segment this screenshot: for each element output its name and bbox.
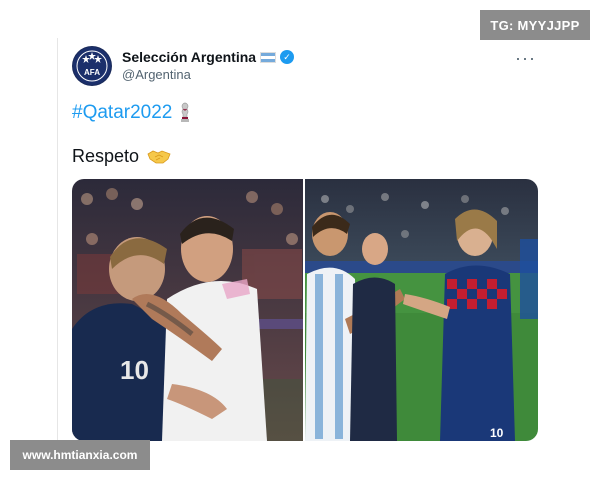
hashtag-link[interactable]: #Qatar2022 xyxy=(72,102,172,124)
name-row: Selección Argentina ✓ xyxy=(122,49,295,65)
avatar-text: AFA xyxy=(84,68,100,77)
tweet-text: Respeto xyxy=(72,146,140,166)
tweet-header: AFA Selección Argentina ✓ @Argentina ··· xyxy=(72,44,542,88)
svg-text:10: 10 xyxy=(120,355,149,385)
world-cup-trophy-icon xyxy=(178,102,192,124)
handshake-emoji-icon xyxy=(147,149,171,165)
photo-embrace[interactable]: 10 xyxy=(72,179,303,441)
hashtag-line: #Qatar2022 xyxy=(72,102,542,124)
photo-handshake[interactable]: 10 xyxy=(305,179,538,441)
display-name[interactable]: Selección Argentina xyxy=(122,49,256,65)
more-options-icon[interactable]: ··· xyxy=(515,48,536,69)
frame-divider xyxy=(57,38,58,443)
tweet-card[interactable]: AFA Selección Argentina ✓ @Argentina ···… xyxy=(72,44,542,441)
tweet-text-line: Respeto xyxy=(72,146,542,167)
argentina-flag-icon xyxy=(260,51,277,63)
site-watermark: www.hmtianxia.com xyxy=(10,440,150,470)
afa-crest-icon[interactable]: AFA xyxy=(72,46,112,86)
tg-watermark-badge: TG: MYYJJPP xyxy=(480,10,590,40)
user-handle[interactable]: @Argentina xyxy=(122,67,191,82)
tweet-media-grid[interactable]: 10 10 xyxy=(72,179,538,441)
svg-text:10: 10 xyxy=(490,426,504,440)
verified-badge-icon: ✓ xyxy=(280,50,295,64)
